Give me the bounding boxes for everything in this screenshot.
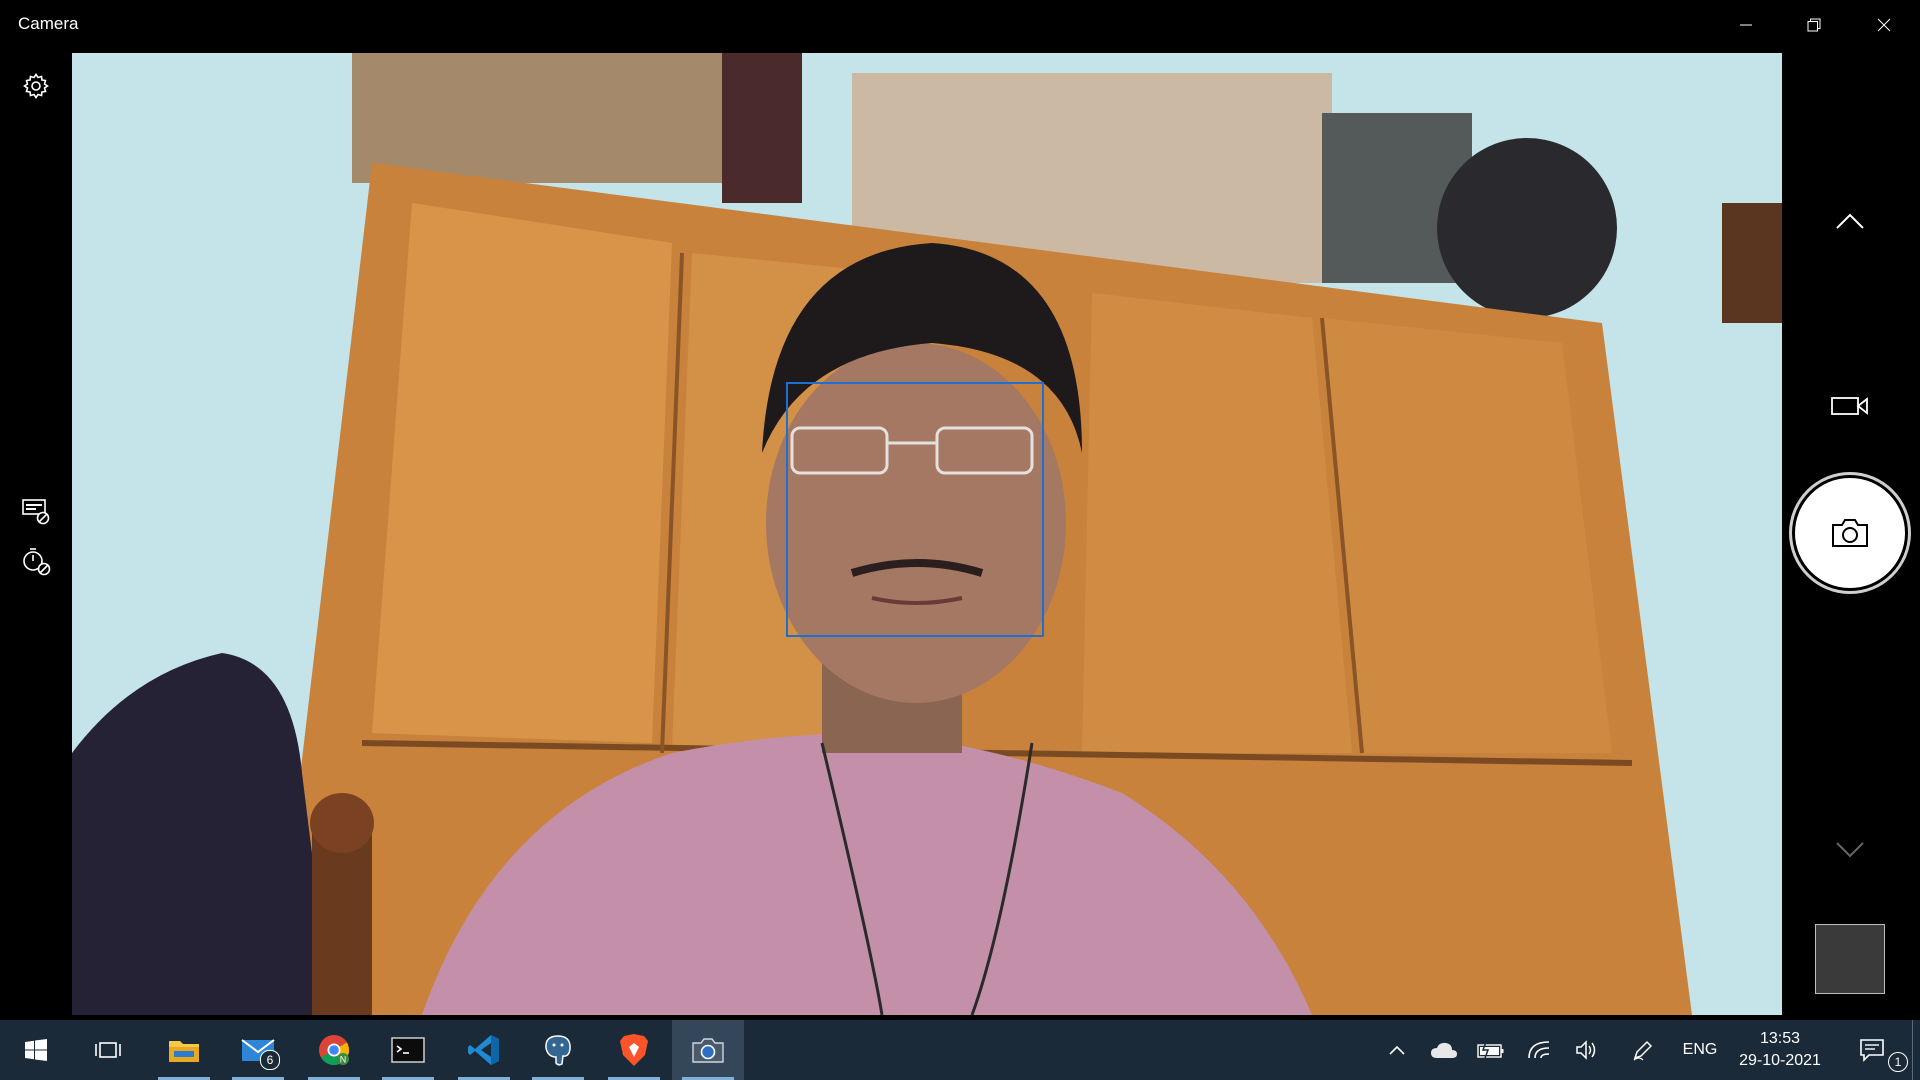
chrome-icon: N	[319, 1035, 350, 1066]
battery-button[interactable]	[1472, 1020, 1510, 1080]
close-button[interactable]	[1850, 0, 1918, 50]
hdr-off-icon	[22, 499, 50, 525]
clock-button[interactable]: 13:53 29-10-2021	[1715, 1028, 1845, 1072]
camera-app-button[interactable]	[672, 1020, 744, 1080]
title-bar: Camera	[0, 0, 1920, 52]
timer-button[interactable]	[14, 541, 58, 581]
clock-time: 13:53	[1759, 1030, 1801, 1047]
wifi-icon	[1528, 1041, 1550, 1059]
speaker-icon	[1576, 1040, 1596, 1060]
show-desktop-button[interactable]	[1912, 1020, 1920, 1080]
camera-icon	[1832, 519, 1868, 547]
onedrive-button[interactable]	[1425, 1020, 1463, 1080]
terminal-button[interactable]	[372, 1020, 444, 1080]
window-title: Camera	[18, 14, 79, 33]
terminal-icon	[391, 1037, 425, 1063]
take-photo-button[interactable]	[1795, 478, 1905, 588]
language-label: ENG	[1682, 1041, 1718, 1058]
brave-icon	[620, 1034, 648, 1066]
chevron-up-icon	[1836, 213, 1864, 229]
postgres-button[interactable]	[522, 1020, 594, 1080]
gear-icon	[23, 73, 49, 99]
timer-off-icon	[23, 548, 51, 576]
chevron-down-icon	[1836, 842, 1864, 858]
battery-icon	[1477, 1041, 1504, 1059]
video-mode-button[interactable]	[1827, 386, 1873, 426]
scroll-up-button[interactable]	[1830, 201, 1870, 241]
scroll-down-button[interactable]	[1830, 830, 1870, 870]
notification-count-badge: 1	[1888, 1052, 1908, 1072]
chevron-up-icon	[1389, 1045, 1405, 1055]
file-explorer-icon	[169, 1041, 199, 1062]
task-view-button[interactable]	[72, 1020, 144, 1080]
mail-button[interactable]: 6	[222, 1020, 294, 1080]
show-hidden-icons-button[interactable]	[1380, 1020, 1414, 1080]
task-view-icon	[95, 1042, 121, 1058]
mail-badge: 6	[260, 1050, 280, 1070]
postgres-icon	[545, 1035, 571, 1066]
pen-icon	[1633, 1040, 1653, 1061]
face-detection-box	[786, 382, 1044, 637]
action-center-button[interactable]	[1850, 1020, 1894, 1080]
notification-icon	[1860, 1039, 1884, 1062]
hdr-toggle-button[interactable]	[14, 491, 58, 531]
last-capture-thumbnail[interactable]	[1815, 924, 1885, 994]
vscode-icon	[468, 1035, 499, 1065]
clock-date: 29-10-2021	[1739, 1052, 1821, 1069]
file-explorer-button[interactable]	[148, 1020, 220, 1080]
volume-button[interactable]	[1568, 1020, 1606, 1080]
settings-button[interactable]	[14, 66, 58, 106]
video-camera-icon	[1831, 397, 1868, 415]
taskbar: 6 N ENG 13:53 29-10-2021	[0, 1020, 1920, 1080]
vscode-button[interactable]	[448, 1020, 520, 1080]
camera-app-icon	[692, 1038, 724, 1063]
minimize-button[interactable]	[1712, 0, 1780, 50]
start-button[interactable]	[0, 1020, 72, 1080]
chrome-button[interactable]: N	[298, 1020, 370, 1080]
camera-viewfinder[interactable]	[72, 53, 1782, 1015]
brave-button[interactable]	[598, 1020, 670, 1080]
cloud-icon	[1431, 1042, 1457, 1058]
restore-button[interactable]	[1780, 0, 1848, 50]
wifi-button[interactable]	[1520, 1020, 1558, 1080]
start-icon	[25, 1039, 47, 1061]
svg-text:N: N	[340, 1055, 347, 1065]
pen-workspace-button[interactable]	[1624, 1020, 1662, 1080]
